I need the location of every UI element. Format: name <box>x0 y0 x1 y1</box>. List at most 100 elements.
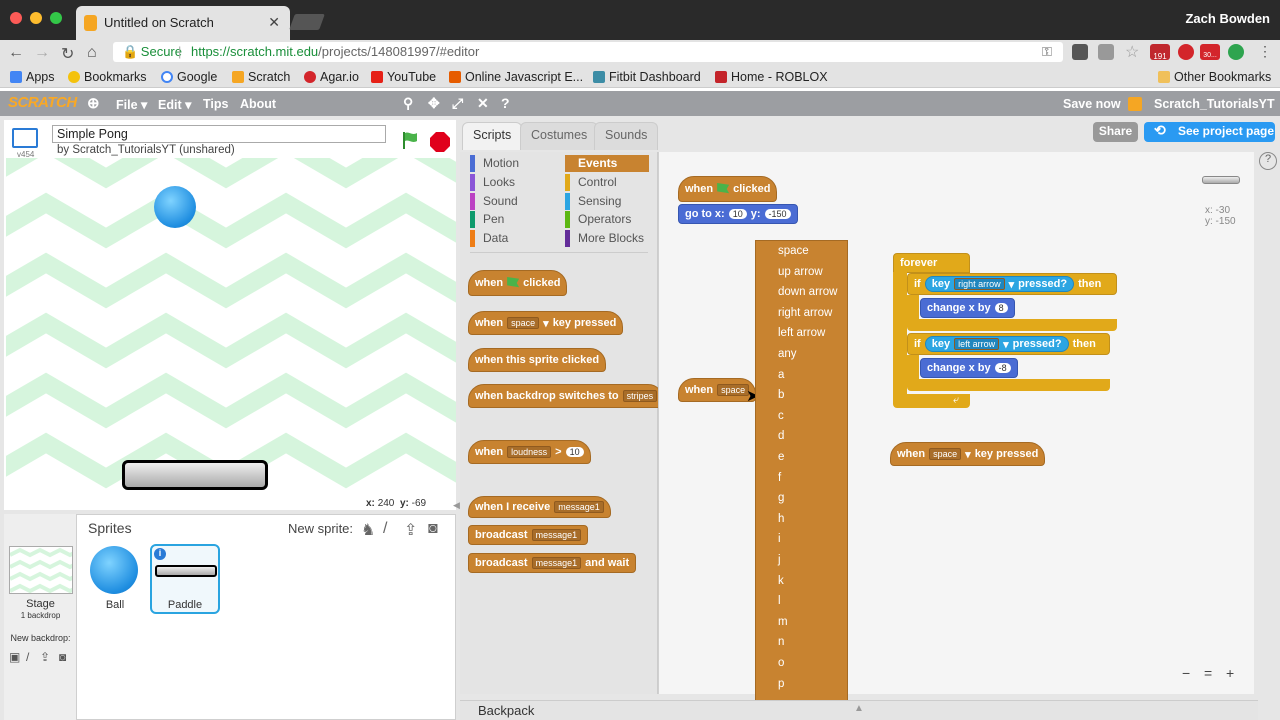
see-project-page-button[interactable]: ⟲ See project page <box>1144 122 1275 142</box>
duplicate-icon[interactable]: ⚲ <box>403 95 413 112</box>
backpack-bar[interactable]: Backpack ▲ <box>460 700 1258 720</box>
dropdown-option[interactable]: l <box>778 595 781 607</box>
camera-sprite-icon[interactable]: ◙ <box>428 520 438 538</box>
dropdown-option[interactable]: o <box>778 657 784 669</box>
help-icon[interactable]: ? <box>501 95 510 111</box>
sprite-thumb-paddle[interactable]: i Paddle <box>150 544 220 614</box>
category-motion[interactable]: Motion <box>470 155 556 172</box>
shrink-icon[interactable]: ✕ <box>477 95 489 112</box>
category-events[interactable]: Events <box>565 155 649 172</box>
stage-thumbnail[interactable] <box>9 546 73 594</box>
script-forever[interactable]: forever <box>893 253 970 273</box>
dropdown-option[interactable]: space <box>778 245 809 257</box>
dropdown-option[interactable]: d <box>778 430 784 442</box>
bookmark-scratch[interactable]: Scratch <box>232 70 290 84</box>
backpack-arrow-icon[interactable]: ▲ <box>854 703 864 714</box>
paddle-sprite[interactable] <box>122 460 268 490</box>
script-when-flag-clicked[interactable]: when clicked <box>678 176 778 202</box>
zoom-in-icon[interactable]: + <box>1226 665 1234 681</box>
globe-icon[interactable]: ⊕ <box>87 94 100 112</box>
script-when-key-pressed-dragging[interactable]: when space <box>678 378 757 402</box>
category-looks[interactable]: Looks <box>470 174 556 191</box>
category-sound[interactable]: Sound <box>470 193 556 210</box>
stop-sign-icon[interactable] <box>430 132 450 152</box>
menu-icon[interactable]: ⋮ <box>1258 43 1272 60</box>
home-icon[interactable]: ⌂ <box>87 44 97 62</box>
dropdown-option[interactable]: b <box>778 389 784 401</box>
script-if-right-arrow[interactable]: if key right arrow ▾ pressed? then <box>907 273 1117 295</box>
zoom-reset-icon[interactable]: = <box>1204 665 1212 681</box>
key-dropdown-menu[interactable]: space up arrow down arrow right arrow left a… <box>755 240 848 716</box>
bookmark-other[interactable]: Other Bookmarks <box>1158 70 1271 84</box>
script-change-x-8[interactable]: change x by 8 <box>920 298 1015 318</box>
minimize-window-icon[interactable] <box>30 12 42 24</box>
maximize-window-icon[interactable] <box>50 12 62 24</box>
block-broadcast[interactable]: broadcast message1 <box>468 525 589 545</box>
new-tab-button[interactable] <box>289 14 325 30</box>
bookmark-bookmarks[interactable]: Bookmarks <box>68 70 147 84</box>
category-control[interactable]: Control <box>565 174 649 191</box>
dropdown-option[interactable]: h <box>778 513 784 525</box>
info-icon[interactable]: i <box>154 548 166 560</box>
block-broadcast-and-wait[interactable]: broadcast message1 and wait <box>468 553 637 573</box>
category-pen[interactable]: Pen <box>470 211 556 228</box>
dropdown-option[interactable]: p <box>778 678 784 690</box>
menu-tips[interactable]: Tips <box>203 97 228 111</box>
bookmark-agario[interactable]: Agar.io <box>304 70 359 84</box>
dropdown-option[interactable]: down arrow <box>778 286 837 298</box>
dropdown-option[interactable]: i <box>778 533 781 545</box>
dropdown-option[interactable]: f <box>778 472 781 484</box>
dropdown-option[interactable]: a <box>778 369 784 381</box>
browser-user[interactable]: Zach Bowden <box>1185 11 1270 26</box>
dropdown-option[interactable]: any <box>778 348 797 360</box>
script-when-space-key-pressed[interactable]: when space ▾ key pressed <box>890 442 1046 466</box>
dropdown-option[interactable]: e <box>778 451 784 463</box>
scratch-logo[interactable]: SCRATCH <box>8 94 77 111</box>
key-icon[interactable]: ⚿ <box>1042 44 1052 60</box>
save-now-button[interactable]: Save now <box>1063 97 1121 111</box>
paint-backdrop-icon[interactable]: ▣ <box>9 650 20 664</box>
tab-sounds[interactable]: Sounds <box>594 122 659 150</box>
script-if-left-arrow[interactable]: if key left arrow ▾ pressed? then <box>907 333 1110 355</box>
extension-icon[interactable] <box>1228 44 1244 60</box>
bookmark-fitbit[interactable]: Fitbit Dashboard <box>593 70 701 84</box>
menu-about[interactable]: About <box>240 97 276 111</box>
tab-costumes[interactable]: Costumes <box>520 122 599 150</box>
bookmark-google[interactable]: Google <box>161 70 217 84</box>
brush-icon[interactable]: / <box>26 650 29 664</box>
menu-file[interactable]: File ▾ <box>116 97 147 112</box>
ball-sprite[interactable] <box>154 186 196 228</box>
dropdown-option[interactable]: right arrow <box>778 307 832 319</box>
url-text[interactable]: https://scratch.mit.edu/projects/1480819… <box>191 44 479 59</box>
block-when-flag-clicked[interactable]: when clicked <box>468 270 568 296</box>
script-change-x-minus-8[interactable]: change x by -8 <box>920 358 1018 378</box>
dropdown-option[interactable]: c <box>778 410 784 422</box>
scripts-area[interactable] <box>658 152 1254 694</box>
zoom-out-icon[interactable]: − <box>1182 665 1190 681</box>
camera-icon[interactable]: ◙ <box>59 650 66 664</box>
forward-icon[interactable]: → <box>34 44 50 62</box>
upload-icon[interactable]: ⇪ <box>40 650 50 664</box>
block-when-key-pressed[interactable]: when space ▾ key pressed <box>468 311 624 335</box>
category-data[interactable]: Data <box>470 230 556 247</box>
category-operators[interactable]: Operators <box>565 211 649 228</box>
project-title-input[interactable]: Simple Pong <box>52 125 386 143</box>
block-when-backdrop-switches[interactable]: when backdrop switches to stripes <box>468 384 665 408</box>
dropdown-option[interactable]: up arrow <box>778 266 823 278</box>
help-icon[interactable]: ? <box>1259 152 1277 170</box>
block-when-i-receive[interactable]: when I receive message1 <box>468 496 611 518</box>
stage-canvas[interactable] <box>6 158 456 496</box>
menu-edit[interactable]: Edit ▾ <box>158 97 191 112</box>
dropdown-option[interactable]: m <box>778 616 788 628</box>
dropdown-option[interactable]: left arrow <box>778 327 825 339</box>
close-window-icon[interactable] <box>10 12 22 24</box>
grow-icon[interactable]: ⤢ <box>452 95 463 112</box>
bookmark-roblox[interactable]: Home - ROBLOX <box>715 70 828 84</box>
upload-sprite-icon[interactable]: ⇪ <box>404 520 417 540</box>
account-avatar[interactable] <box>1128 97 1142 111</box>
star-icon[interactable]: ☆ <box>1125 42 1139 62</box>
extension-badge-icon[interactable]: 30... <box>1200 44 1220 60</box>
dropdown-option[interactable]: g <box>778 492 784 504</box>
back-icon[interactable]: ← <box>8 44 24 62</box>
script-go-to-xy[interactable]: go to x: 10 y: -150 <box>678 204 798 224</box>
